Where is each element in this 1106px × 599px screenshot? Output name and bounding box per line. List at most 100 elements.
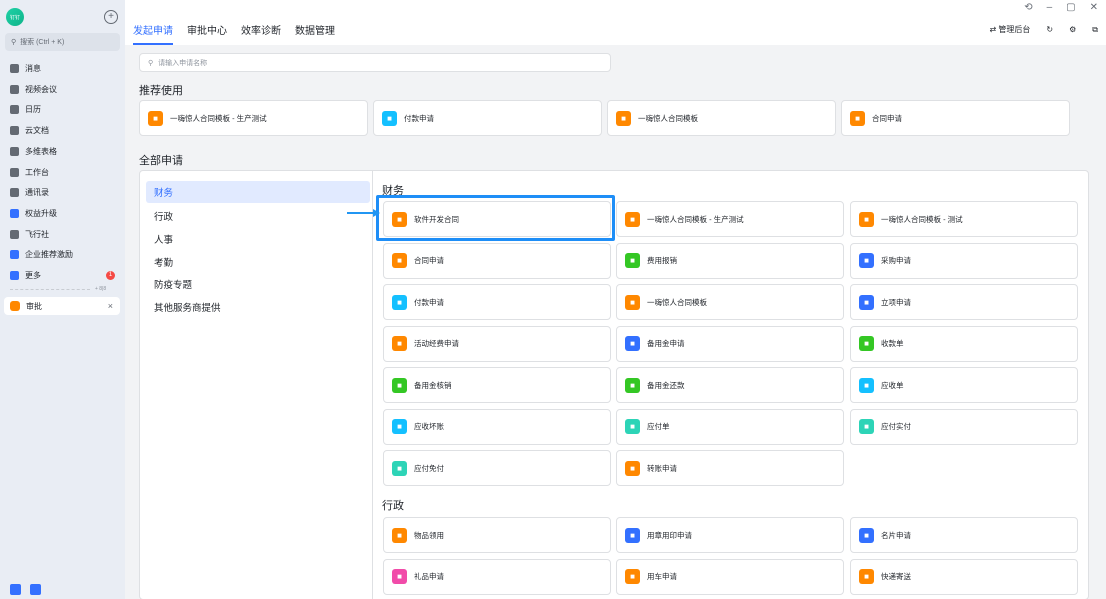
sidebar-item-docs[interactable]: 云文档: [10, 122, 120, 138]
recommended-card[interactable]: ■ 一嗨惊人合同模板 - 生产测试: [139, 100, 368, 136]
request-card[interactable]: ■ 礼品申请: [383, 558, 611, 595]
card-label: 转账申请: [647, 463, 677, 473]
category-other-providers[interactable]: 其他服务商提供: [146, 296, 370, 318]
sidebar-item-calendar[interactable]: 日历: [10, 101, 120, 117]
sidebar-item-label: 消息: [25, 63, 41, 73]
minimize-icon[interactable]: –: [1047, 2, 1053, 13]
maximize-icon[interactable]: ▢: [1066, 2, 1075, 13]
request-card[interactable]: ■ 应付单: [616, 408, 844, 445]
recommended-card[interactable]: ■ 付款申请: [373, 100, 602, 136]
request-card[interactable]: ■ 费用报销: [616, 242, 844, 279]
sidebar-item-upgrade[interactable]: 权益升级: [10, 205, 120, 221]
profile-icon[interactable]: [10, 584, 21, 595]
briefcase-icon: ■: [616, 110, 631, 126]
category-attendance[interactable]: 考勤: [146, 251, 370, 273]
sidebar-item-referral[interactable]: 企业推荐激励: [10, 246, 120, 262]
request-card[interactable]: ■ 应付免付: [383, 450, 611, 486]
open-external-icon[interactable]: ⧉: [1092, 25, 1098, 35]
refresh-icon[interactable]: ↻: [1046, 25, 1053, 34]
sidebar-item-club[interactable]: 飞行社: [10, 226, 120, 242]
request-card[interactable]: ■ 名片申请: [850, 517, 1078, 553]
search-icon: ⚲: [11, 39, 17, 46]
request-card[interactable]: ■ 收款单: [850, 325, 1078, 362]
category-list: 财务 行政 人事 考勤 防疫专题 其他服务商提供: [140, 171, 373, 599]
request-card[interactable]: ■ 备用金核销: [383, 367, 611, 403]
sidebar-item-label: 飞行社: [25, 229, 49, 239]
request-card[interactable]: ■ 应收坏账: [383, 408, 611, 445]
request-card[interactable]: ■ 物品领用: [383, 517, 611, 553]
history-icon[interactable]: ⟲: [1024, 2, 1032, 13]
request-card[interactable]: ■ 快递寄送: [850, 558, 1078, 595]
sidebar-item-label: 工作台: [25, 167, 49, 177]
yen-icon: ■: [392, 419, 407, 434]
briefcase-icon: ■: [859, 211, 874, 227]
request-card[interactable]: ■ 一嗨惊人合同模板: [616, 284, 844, 320]
category-hr[interactable]: 人事: [146, 228, 370, 250]
category-epidemic[interactable]: 防疫专题: [146, 273, 370, 295]
card-label: 收款单: [881, 339, 904, 348]
category-finance[interactable]: 财务: [146, 181, 370, 203]
sidebar-item-tables[interactable]: 多维表格: [10, 143, 120, 159]
request-card[interactable]: ■ 备用金申请: [616, 325, 844, 362]
sidebar-item-more[interactable]: 更多 1: [10, 267, 120, 283]
card-label: 一嗨惊人合同模板: [647, 297, 707, 307]
card-label: 合同申请: [414, 256, 444, 265]
add-icon[interactable]: +: [104, 10, 118, 24]
category-admin[interactable]: 行政: [146, 205, 370, 227]
sidebar-item-contacts[interactable]: 通讯录: [10, 184, 120, 200]
request-card[interactable]: ■ 用车申请: [616, 558, 844, 595]
yen-icon: ■: [859, 377, 874, 393]
cart-icon: ■: [859, 253, 874, 268]
settings-icon[interactable]: [30, 584, 41, 595]
sidebar-search[interactable]: ⚲ 搜索 (Ctrl + K): [5, 33, 120, 51]
box-icon: ■: [392, 527, 407, 543]
tab-apply[interactable]: 发起申请: [133, 22, 173, 45]
sidebar-item-label: 视频会议: [25, 84, 57, 94]
tab-efficiency[interactable]: 效率诊断: [241, 22, 281, 45]
search-input[interactable]: ⚲ 请输入申请名称: [139, 53, 611, 72]
request-card[interactable]: ■ 备用金还款: [616, 367, 844, 403]
people-icon: [10, 249, 19, 259]
tab-data-management[interactable]: 数据管理: [295, 22, 335, 45]
request-card[interactable]: ■ 合同申请: [383, 242, 611, 279]
card-label: 应付单: [647, 422, 670, 431]
receipt-icon: ■: [859, 419, 874, 434]
request-card[interactable]: ■ 活动经费申请: [383, 325, 611, 362]
divider: [10, 289, 90, 290]
request-card[interactable]: ■ 用章用印申请: [616, 517, 844, 553]
request-card[interactable]: ■ 一嗨惊人合同模板 - 生产测试: [616, 201, 844, 237]
request-card[interactable]: ■ 应收单: [850, 367, 1078, 403]
close-icon[interactable]: ×: [108, 301, 113, 311]
sidebar-item-label: 企业推荐激励: [25, 249, 73, 259]
close-window-icon[interactable]: ✕: [1090, 2, 1098, 13]
request-card[interactable]: ■ 转账申请: [616, 450, 844, 486]
request-card[interactable]: ■ 立项申请: [850, 284, 1078, 320]
sidebar-item-video[interactable]: 视频会议: [10, 81, 120, 97]
card-label: 备用金还款: [647, 380, 685, 390]
card-label: 应收单: [881, 380, 904, 390]
request-card[interactable]: ■ 付款申请: [383, 284, 611, 320]
request-card[interactable]: ■ 应付实付: [850, 408, 1078, 445]
card-label: 备用金申请: [647, 339, 685, 348]
request-card[interactable]: ■ 采购申请: [850, 242, 1078, 279]
approval-icon: [10, 301, 20, 311]
message-icon: [10, 63, 19, 73]
more-icon: [10, 270, 19, 280]
request-card[interactable]: ■ 一嗨惊人合同模板 - 测试: [850, 201, 1078, 237]
cash-icon: ■: [859, 336, 874, 351]
search-icon: ⚲: [148, 59, 154, 67]
sidebar-item-messages[interactable]: 消息: [10, 60, 120, 76]
tab-approval-center[interactable]: 审批中心: [187, 22, 227, 45]
recommended-card[interactable]: ■ 一嗨惊人合同模板: [607, 100, 836, 136]
header-tools: ⇄ 管理后台 ↻ ⚙ ⧉: [989, 24, 1098, 35]
sidebar-item-workbench[interactable]: 工作台: [10, 164, 120, 180]
recommended-card[interactable]: ■ 合同申请: [841, 100, 1070, 136]
main-area: ⟲ – ▢ ✕ 发起申请 审批中心 效率诊断 数据管理 ⇄ 管理后台 ↻ ⚙ ⧉…: [125, 0, 1106, 599]
admin-button[interactable]: ⇄ 管理后台: [989, 24, 1030, 35]
gear-icon[interactable]: ⚙: [1069, 25, 1076, 34]
highlight-box: [376, 195, 615, 241]
open-tab-approval[interactable]: 审批 ×: [4, 297, 120, 315]
doc-icon: [10, 125, 19, 135]
card-label: 礼品申请: [414, 572, 444, 581]
app-logo[interactable]: 钉钉: [6, 8, 24, 26]
